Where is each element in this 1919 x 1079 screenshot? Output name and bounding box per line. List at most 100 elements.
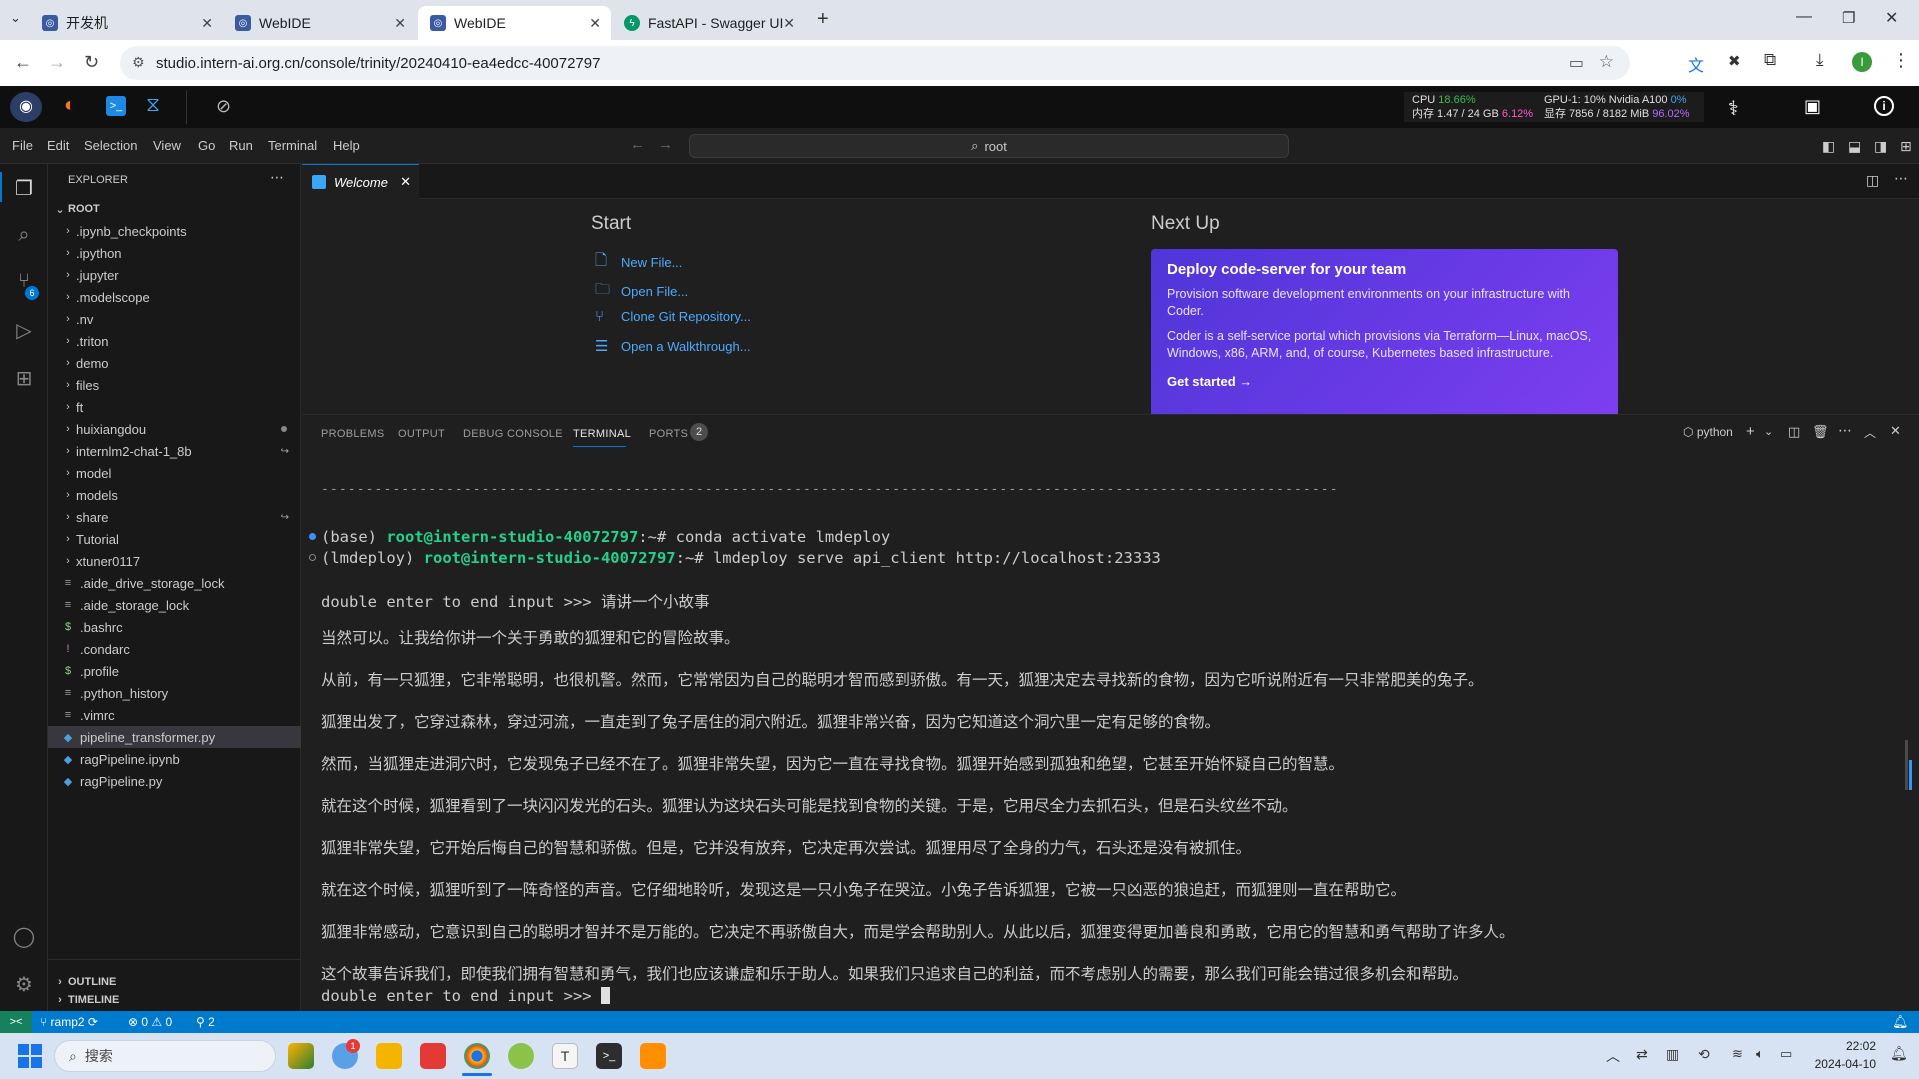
customize-layout-icon[interactable]: ⊞ [1900,138,1912,155]
close-tab-icon[interactable]: ✕ [783,15,795,32]
nav-back-icon[interactable]: ← [630,136,645,153]
folder-item[interactable]: › .ipynb_checkpoints [48,220,301,242]
sublime-icon[interactable] [640,1043,666,1069]
file-item[interactable]: $ .profile [48,660,301,682]
file-item[interactable]: ◆ pipeline_transformer.py [48,726,301,748]
editor-more-icon[interactable]: ⋯ [1894,170,1908,187]
extensions-icon[interactable]: ⊞ [12,366,36,390]
clock-date[interactable]: 2024-04-10 [1806,1057,1876,1071]
terminal-dropdown-icon[interactable]: ⌄ [1764,425,1773,438]
file-item[interactable]: ≡ .aide_drive_storage_lock [48,572,301,594]
xmind-icon[interactable] [420,1043,446,1069]
tab-ports[interactable]: PORTS [649,428,688,440]
close-tab-icon[interactable]: ✕ [201,15,213,32]
folder-item[interactable]: › internlm2-chat-1_8b ↪ [48,440,301,462]
toggle-panel-icon[interactable]: ⬓ [1848,138,1861,155]
volume-icon[interactable]: 🔈︎ [1756,1046,1764,1062]
file-item[interactable]: ≡ .aide_storage_lock [48,594,301,616]
toggle-sidebar-icon[interactable]: ◧ [1822,138,1835,155]
screen-icon[interactable]: ▣ [1804,96,1821,117]
tab-problems[interactable]: PROBLEMS [321,428,385,440]
folder-item[interactable]: › models [48,484,301,506]
compass-icon[interactable]: ⊘ [216,96,231,117]
folder-item[interactable]: › Tutorial [48,528,301,550]
tray-sync-icon[interactable]: ⟲ [1698,1046,1710,1063]
profile-avatar[interactable]: I [1852,52,1872,72]
tab-output[interactable]: OUTPUT [398,428,445,440]
vscode-icon[interactable]: ⧖ [146,94,160,117]
root-folder[interactable]: ⌄ ROOT [48,198,301,220]
file-item[interactable]: ◆ ragPipeline.py [48,770,301,792]
app-leaf-icon[interactable] [508,1043,534,1069]
browser-tab-4[interactable]: ϟ FastAPI - Swagger UI ✕ [612,6,805,40]
bookmark-star-icon[interactable]: ☆ [1599,52,1614,72]
folder-item[interactable]: › demo [48,352,301,374]
menu-run[interactable]: Run [229,138,253,153]
close-panel-icon[interactable]: ✕ [1890,423,1901,439]
file-item[interactable]: ≡ .python_history [48,682,301,704]
timeline-section[interactable]: › TIMELINE [48,989,301,1011]
split-editor-icon[interactable]: ◫ [1866,172,1879,189]
notifications-bell-icon[interactable]: 🔔︎ [1892,1014,1909,1030]
folder-item[interactable]: › .jupyter [48,264,301,286]
file-item[interactable]: ◆ ragPipeline.ipynb [48,748,301,770]
typora-icon[interactable]: T [552,1043,578,1069]
minimize-icon[interactable]: — [1796,8,1812,26]
open-file-link[interactable]: 🗀 Open File... [595,279,688,304]
folder-item[interactable]: › .triton [48,330,301,352]
jupyter-icon[interactable]: ◐ [64,94,76,117]
close-tab-icon[interactable]: ✕ [400,174,411,190]
chrome-icon[interactable] [464,1043,490,1069]
new-tab-button[interactable]: + [817,8,829,31]
terminal-scrollbar[interactable] [1905,740,1908,790]
menu-view[interactable]: View [153,138,181,153]
explorer-icon[interactable]: ❐ [12,176,36,200]
toggle-secondary-sidebar-icon[interactable]: ◨ [1874,138,1887,155]
kill-terminal-icon[interactable]: 🗑 [1812,424,1829,440]
url-bar[interactable]: ⚙ studio.intern-ai.org.cn/console/trinit… [120,46,1630,80]
folder-item[interactable]: › files [48,374,301,396]
tab-welcome[interactable]: Welcome ✕ [302,164,419,199]
tray-stats-icon[interactable]: ▥ [1666,1046,1679,1063]
folder-item[interactable]: › .modelscope [48,286,301,308]
split-terminal-icon[interactable]: ◫ [1788,424,1800,440]
tab-terminal[interactable]: TERMINAL [573,428,631,440]
terminal-shell-selector[interactable]: ⬡ python [1683,425,1733,439]
page-action-icon[interactable]: ▭ [1569,53,1584,73]
taskbar-search[interactable]: ⌕ 搜索 [54,1040,276,1072]
menu-selection[interactable]: Selection [84,138,137,153]
menu-terminal[interactable]: Terminal [268,138,317,153]
file-item[interactable]: $ .bashrc [48,616,301,638]
extensions-puzzle-icon[interactable]: ⧉ [1764,50,1776,70]
new-terminal-icon[interactable]: + [1746,423,1755,440]
fork-icon[interactable]: ⚕ [1728,96,1739,121]
manage-gear-icon[interactable]: ⚙ [12,972,36,996]
problems-indicator[interactable]: ⊗ 0 ⚠ 0 [128,1015,172,1029]
download-icon[interactable]: ⤓ [1816,50,1824,70]
run-debug-icon[interactable]: ▷ [12,318,36,342]
translate-icon[interactable]: 文 [1688,52,1704,76]
remote-indicator-icon[interactable]: >< [0,1011,32,1033]
explorer-more-icon[interactable]: ⋯ [270,169,284,186]
folder-item[interactable]: › .nv [48,308,301,330]
tray-app-icon[interactable]: ⇄ [1636,1046,1648,1063]
browser-tab-1[interactable]: ◎ 开发机 ✕ [30,6,223,40]
panel-more-icon[interactable]: ⋯ [1838,422,1852,439]
folder-item[interactable]: › share ↪ [48,506,301,528]
file-explorer-icon[interactable] [376,1043,402,1069]
account-icon[interactable]: ◯ [12,924,36,948]
browser-tab-2[interactable]: ◎ WebIDE ✕ [223,6,416,40]
search-icon[interactable]: ⌕ [12,224,36,248]
nav-forward-icon[interactable]: → [658,136,673,153]
deploy-card[interactable]: Deploy code-server for your team Provisi… [1151,249,1618,414]
battery-icon[interactable]: ▭ [1780,1046,1792,1062]
browser-menu-icon[interactable]: ⋮ [1892,50,1910,71]
remote-branch[interactable]: ⑂ ramp2 ⟳ [40,1015,98,1029]
tab-debug-console[interactable]: DEBUG CONSOLE [463,428,563,440]
info-icon[interactable]: i [1874,96,1894,116]
studio-logo-icon[interactable]: ◉ [10,92,42,122]
notification-center-icon[interactable]: 🔔︎ [1890,1045,1908,1062]
folder-item[interactable]: › .ipython [48,242,301,264]
walkthrough-link[interactable]: ☰ Open a Walkthrough... [595,337,751,355]
menu-go[interactable]: Go [198,138,215,153]
